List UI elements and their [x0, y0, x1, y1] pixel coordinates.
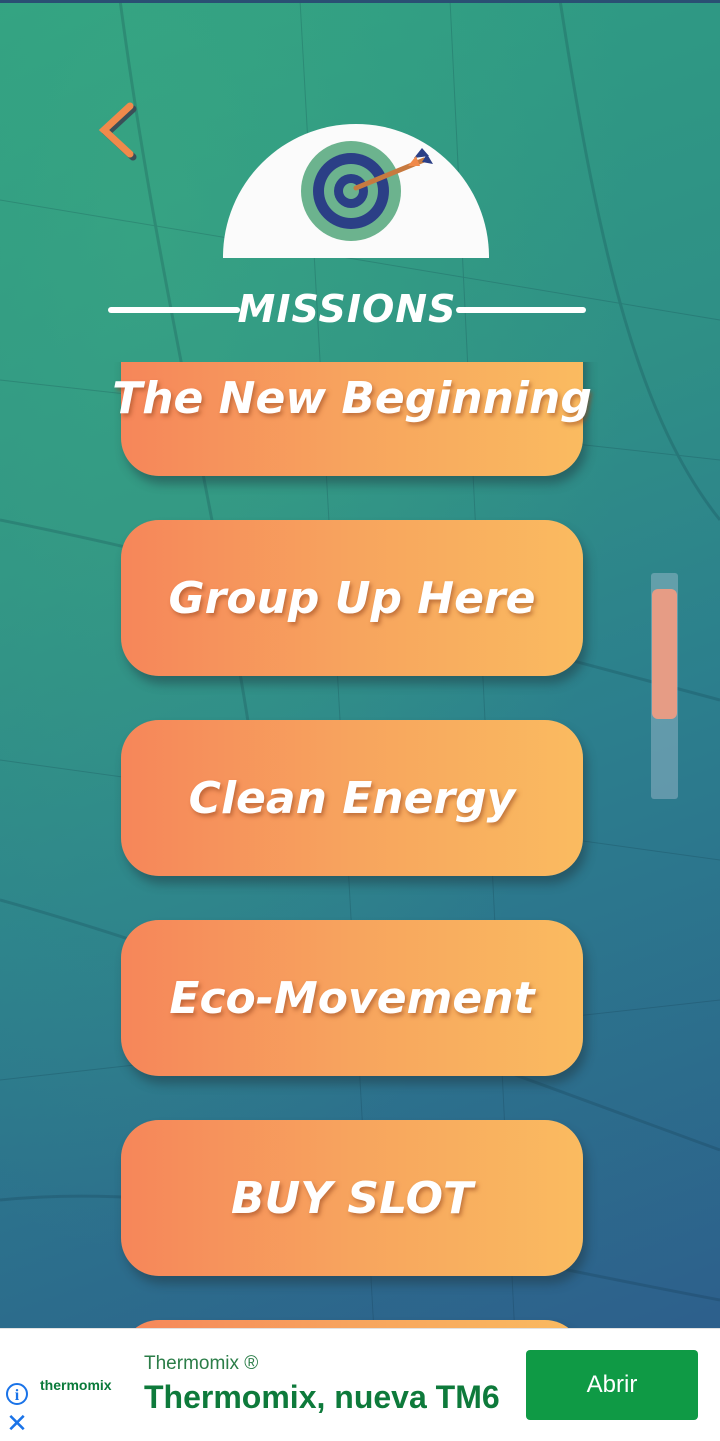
mission-button[interactable]: Group Up Here — [121, 520, 583, 676]
scrollbar-thumb[interactable] — [652, 589, 677, 719]
info-icon[interactable]: i — [6, 1383, 28, 1405]
ad-logo: thermomix — [40, 1377, 112, 1393]
back-chevron-icon[interactable] — [96, 100, 140, 164]
target-arrow-icon — [301, 141, 433, 241]
mission-button[interactable]: Eco-Movement — [121, 920, 583, 1076]
missions-title: MISSIONS — [106, 284, 588, 334]
title-divider-right — [456, 307, 586, 313]
mission-button[interactable]: Clean Energy — [121, 720, 583, 876]
ad-sponsor: Thermomix ® — [144, 1353, 259, 1374]
ad-headline[interactable]: Thermomix, nueva TM6 — [144, 1379, 500, 1416]
mission-list[interactable]: The New Beginning Group Up Here Clean En… — [0, 362, 720, 1328]
status-divider — [0, 0, 720, 3]
ad-banner[interactable]: i ✕ thermomix Thermomix ® Thermomix, nue… — [0, 1328, 720, 1441]
ad-open-button[interactable]: Abrir — [526, 1350, 698, 1420]
mission-button[interactable] — [121, 1320, 583, 1328]
close-icon[interactable]: ✕ — [6, 1411, 28, 1437]
scrollbar-track[interactable] — [651, 573, 678, 799]
mission-button[interactable]: BUY SLOT — [121, 1120, 583, 1276]
mission-button[interactable]: The New Beginning — [112, 362, 592, 476]
